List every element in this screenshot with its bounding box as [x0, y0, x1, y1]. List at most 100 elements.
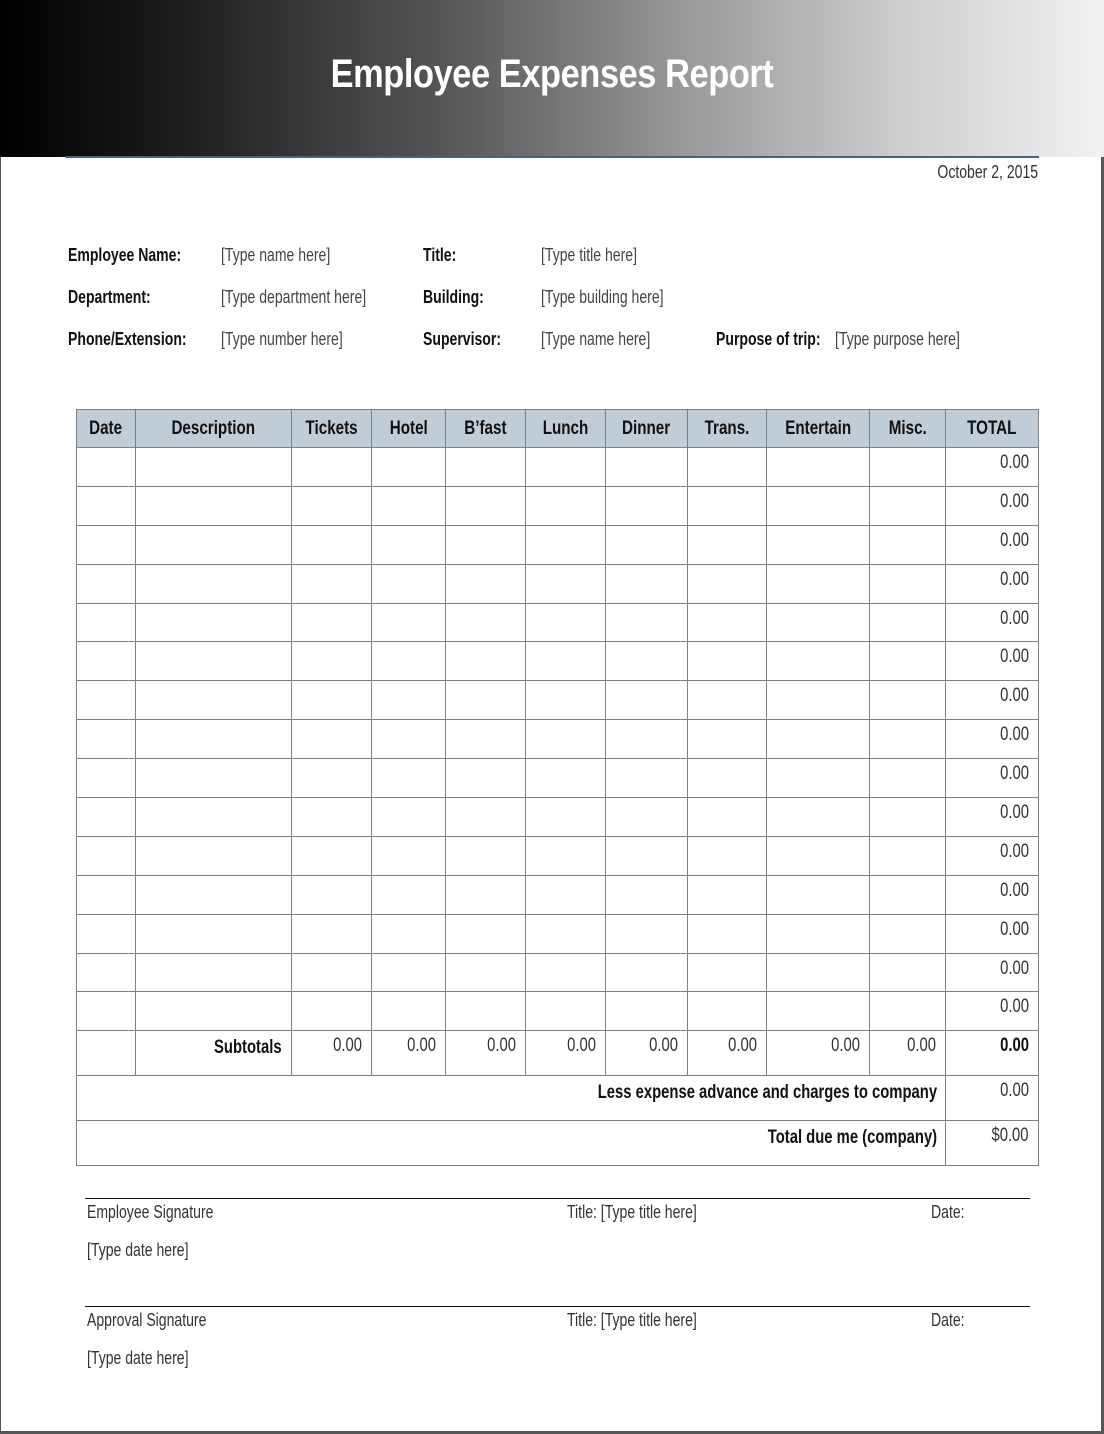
description-cell[interactable]	[135, 641, 292, 682]
tickets-cell[interactable]	[291, 952, 372, 993]
description-cell[interactable]	[135, 797, 292, 837]
trans-cell[interactable]	[687, 758, 767, 799]
tickets-cell[interactable]	[291, 680, 372, 721]
bfast-cell[interactable]	[445, 524, 526, 565]
lunch-cell[interactable]	[525, 680, 606, 721]
phone-field[interactable]: [Type number here]	[221, 329, 377, 350]
date-cell[interactable]	[76, 913, 136, 954]
bfast-cell[interactable]	[445, 991, 526, 1032]
trans-cell[interactable]	[687, 524, 767, 565]
tickets-cell[interactable]	[291, 485, 372, 526]
hotel-cell[interactable]	[371, 913, 446, 954]
hotel-cell[interactable]	[371, 758, 446, 799]
tickets-cell[interactable]	[291, 719, 372, 760]
dinner-cell[interactable]	[605, 447, 688, 487]
trans-cell[interactable]	[687, 485, 767, 526]
bfast-cell[interactable]	[445, 485, 526, 526]
entertain-cell[interactable]	[766, 874, 870, 915]
bfast-cell[interactable]	[445, 563, 526, 604]
description-cell[interactable]	[135, 485, 292, 526]
description-cell[interactable]	[135, 447, 292, 487]
description-cell[interactable]	[135, 719, 292, 760]
misc-cell[interactable]	[869, 913, 946, 954]
date-cell[interactable]	[76, 719, 136, 760]
bfast-cell[interactable]	[445, 602, 526, 643]
trans-cell[interactable]	[687, 991, 767, 1032]
hotel-cell[interactable]	[371, 524, 446, 565]
department-field[interactable]: [Type department here]	[221, 287, 407, 308]
trans-cell[interactable]	[687, 797, 767, 837]
description-cell[interactable]	[135, 835, 292, 876]
employee-signature-date[interactable]: [Type date here]	[87, 1240, 217, 1261]
dinner-cell[interactable]	[605, 602, 688, 643]
date-cell[interactable]	[76, 641, 136, 682]
lunch-cell[interactable]	[525, 913, 606, 954]
trans-cell[interactable]	[687, 641, 767, 682]
entertain-cell[interactable]	[766, 680, 870, 721]
bfast-cell[interactable]	[445, 447, 526, 487]
tickets-cell[interactable]	[291, 641, 372, 682]
hotel-cell[interactable]	[371, 485, 446, 526]
employee-signature-line[interactable]	[85, 1198, 1030, 1199]
approval-signature-line[interactable]	[85, 1306, 1030, 1307]
hotel-cell[interactable]	[371, 602, 446, 643]
dinner-cell[interactable]	[605, 680, 688, 721]
hotel-cell[interactable]	[371, 641, 446, 682]
description-cell[interactable]	[135, 758, 292, 799]
entertain-cell[interactable]	[766, 758, 870, 799]
hotel-cell[interactable]	[371, 447, 446, 487]
lunch-cell[interactable]	[525, 485, 606, 526]
advance-value[interactable]: 0.00	[945, 1075, 1039, 1122]
lunch-cell[interactable]	[525, 524, 606, 565]
hotel-cell[interactable]	[371, 719, 446, 760]
date-cell[interactable]	[76, 602, 136, 643]
tickets-cell[interactable]	[291, 874, 372, 915]
building-field[interactable]: [Type building here]	[541, 287, 698, 308]
description-cell[interactable]	[135, 913, 292, 954]
trans-cell[interactable]	[687, 602, 767, 643]
misc-cell[interactable]	[869, 563, 946, 604]
employee-signature-title[interactable]: Title: [Type title here]	[567, 1202, 733, 1223]
dinner-cell[interactable]	[605, 797, 688, 837]
dinner-cell[interactable]	[605, 563, 688, 604]
description-cell[interactable]	[135, 602, 292, 643]
hotel-cell[interactable]	[371, 952, 446, 993]
approval-signature-title[interactable]: Title: [Type title here]	[567, 1310, 733, 1331]
description-cell[interactable]	[135, 874, 292, 915]
dinner-cell[interactable]	[605, 991, 688, 1032]
employee-name-field[interactable]: [Type name here]	[221, 245, 361, 266]
tickets-cell[interactable]	[291, 797, 372, 837]
purpose-field[interactable]: [Type purpose here]	[835, 329, 995, 350]
misc-cell[interactable]	[869, 680, 946, 721]
trans-cell[interactable]	[687, 719, 767, 760]
description-cell[interactable]	[135, 952, 292, 993]
tickets-cell[interactable]	[291, 835, 372, 876]
trans-cell[interactable]	[687, 680, 767, 721]
lunch-cell[interactable]	[525, 952, 606, 993]
misc-cell[interactable]	[869, 758, 946, 799]
entertain-cell[interactable]	[766, 797, 870, 837]
description-cell[interactable]	[135, 680, 292, 721]
entertain-cell[interactable]	[766, 835, 870, 876]
supervisor-field[interactable]: [Type name here]	[541, 329, 681, 350]
tickets-cell[interactable]	[291, 758, 372, 799]
trans-cell[interactable]	[687, 913, 767, 954]
bfast-cell[interactable]	[445, 758, 526, 799]
date-cell[interactable]	[76, 563, 136, 604]
tickets-cell[interactable]	[291, 602, 372, 643]
tickets-cell[interactable]	[291, 447, 372, 487]
lunch-cell[interactable]	[525, 641, 606, 682]
entertain-cell[interactable]	[766, 524, 870, 565]
date-cell[interactable]	[76, 835, 136, 876]
date-cell[interactable]	[76, 952, 136, 993]
date-cell[interactable]	[76, 991, 136, 1032]
date-cell[interactable]	[76, 680, 136, 721]
misc-cell[interactable]	[869, 447, 946, 487]
misc-cell[interactable]	[869, 719, 946, 760]
trans-cell[interactable]	[687, 835, 767, 876]
dinner-cell[interactable]	[605, 874, 688, 915]
trans-cell[interactable]	[687, 952, 767, 993]
misc-cell[interactable]	[869, 602, 946, 643]
misc-cell[interactable]	[869, 874, 946, 915]
hotel-cell[interactable]	[371, 835, 446, 876]
